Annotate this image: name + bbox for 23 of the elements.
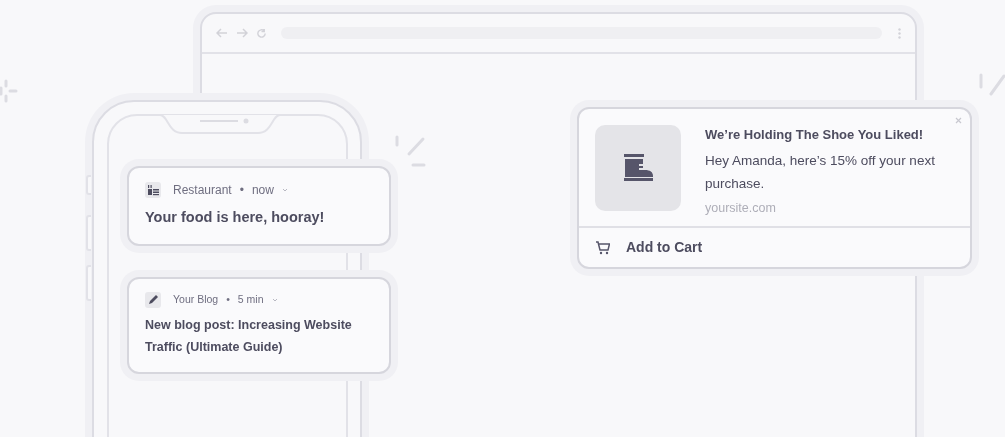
notification-time: now bbox=[251, 182, 274, 199]
app-name: Your Blog bbox=[173, 292, 219, 308]
notification-time: 5 min bbox=[237, 292, 264, 308]
site-url: yoursite.com bbox=[705, 199, 777, 217]
notification-message: Your food is here, hooray! bbox=[145, 208, 326, 227]
separator-dot: • bbox=[239, 182, 244, 199]
close-icon[interactable] bbox=[955, 117, 962, 124]
caret-icon[interactable] bbox=[281, 188, 288, 192]
notification-message: New blog post: Increasing Website Traffic (Ultimate Guide) bbox=[145, 317, 353, 356]
sparkle-drawing bbox=[394, 134, 428, 168]
pencil-icon bbox=[145, 292, 161, 308]
app-name: Restaurant bbox=[173, 182, 232, 199]
boot-icon bbox=[622, 153, 654, 183]
forward-icon[interactable] bbox=[236, 28, 248, 38]
caret-icon[interactable] bbox=[271, 298, 278, 302]
shop-icon bbox=[145, 182, 161, 198]
separator-dot: • bbox=[226, 292, 230, 308]
back-icon[interactable] bbox=[216, 28, 228, 38]
notification-title: We’re Holding The Shoe You Liked! bbox=[705, 126, 925, 144]
add-to-cart-button[interactable]: Add to Cart bbox=[579, 226, 970, 267]
reload-icon[interactable] bbox=[256, 27, 267, 39]
cart-icon bbox=[595, 240, 610, 255]
notification-body: Hey Amanda, here’s 15% off your next purchase. bbox=[705, 151, 936, 193]
